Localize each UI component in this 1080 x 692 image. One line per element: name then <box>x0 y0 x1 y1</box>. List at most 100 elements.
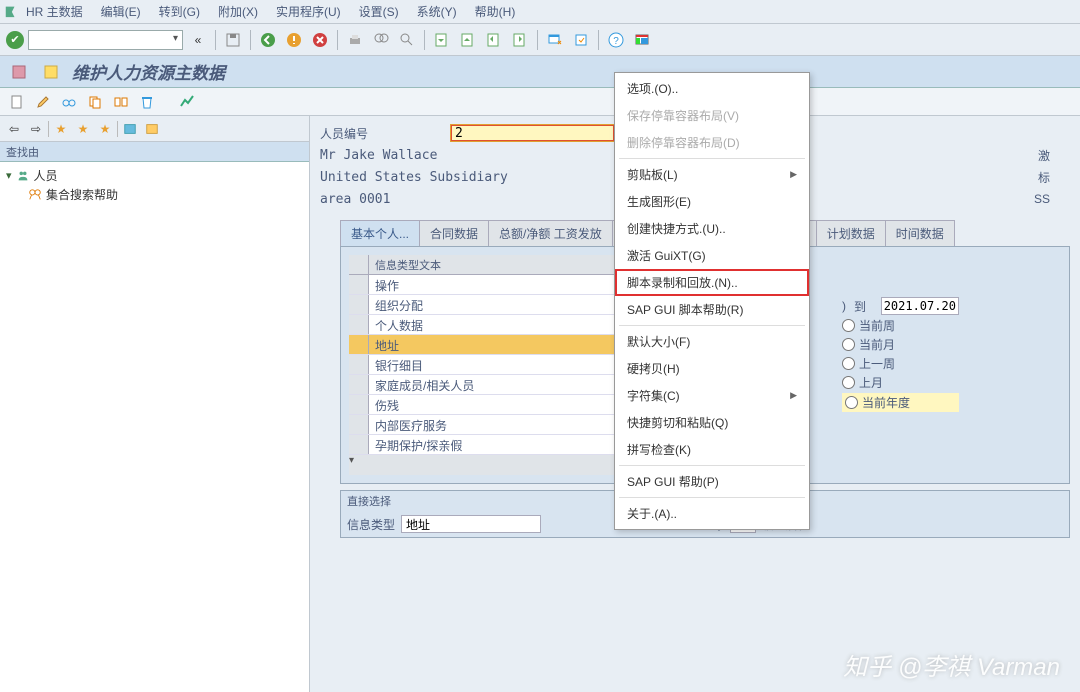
range-icon[interactable] <box>110 91 132 113</box>
pn-label: 人员编号 <box>320 125 450 142</box>
table-row[interactable]: 操作✔ <box>349 275 654 295</box>
last-page-icon[interactable] <box>509 29 531 51</box>
layout-icon[interactable] <box>631 29 653 51</box>
menu-item[interactable]: 附加(X) <box>218 3 258 20</box>
next-page-icon[interactable] <box>483 29 505 51</box>
name-value: Mr Jake Wallace <box>320 148 437 163</box>
ctx-item[interactable]: 选项.(O).. <box>615 75 809 102</box>
overview-icon[interactable] <box>176 91 198 113</box>
find-label: 查找由 <box>0 142 309 162</box>
tab-plan[interactable]: 计划数据 <box>816 220 886 246</box>
cancel-icon[interactable] <box>309 29 331 51</box>
ctx-item[interactable]: 生成图形(E) <box>615 188 809 215</box>
menu-item[interactable]: 实用程序(U) <box>276 3 341 20</box>
ctx-item[interactable]: 拼写检查(K) <box>615 436 809 463</box>
menu-arrow-icon[interactable] <box>4 4 18 18</box>
prev-page-icon[interactable] <box>457 29 479 51</box>
nav-left-icon[interactable]: ⇦ <box>4 119 24 139</box>
person-icon <box>16 169 30 183</box>
ctx-item[interactable]: 创建快捷方式.(U).. <box>615 215 809 242</box>
ctx-item[interactable]: 硬拷贝(H) <box>615 355 809 382</box>
title-icon1[interactable] <box>8 61 30 83</box>
tree: ▾ 人员 集合搜索帮助 <box>0 162 309 204</box>
app-toolbar <box>0 88 1080 116</box>
ctx-item[interactable]: 剪贴板(L)▶ <box>615 161 809 188</box>
date-to-input[interactable] <box>881 297 959 315</box>
trash-icon[interactable] <box>136 91 158 113</box>
menu-item[interactable]: 设置(S) <box>359 3 399 20</box>
table-row[interactable]: 家庭成员/相关人员 <box>349 375 654 395</box>
pencil-icon[interactable] <box>32 91 54 113</box>
tool1-icon[interactable] <box>120 119 140 139</box>
table-row[interactable]: 银行细目 <box>349 355 654 375</box>
table-row[interactable]: 地址✔ <box>349 335 654 355</box>
menu-item[interactable]: 转到(G) <box>159 3 200 20</box>
back-icon[interactable]: « <box>187 29 209 51</box>
ctx-item[interactable]: SAP GUI 脚本帮助(R) <box>615 296 809 323</box>
doc-icon[interactable] <box>6 91 28 113</box>
pn-input[interactable] <box>450 124 615 142</box>
tool2-icon[interactable] <box>142 119 162 139</box>
ctx-item[interactable]: 激活 GuiXT(G) <box>615 242 809 269</box>
help-icon[interactable]: ? <box>605 29 627 51</box>
print-icon[interactable] <box>344 29 366 51</box>
fav2-icon[interactable]: ★ <box>73 119 93 139</box>
ctx-item: 删除停靠容器布局(D) <box>615 129 809 156</box>
main-area: ⇦ ⇨ ★ ★ ★ 查找由 ▾ 人员 集合搜索帮助 人员编号 <box>0 116 1080 692</box>
radio-cur-week[interactable] <box>842 319 855 332</box>
table-row[interactable]: 伤残 <box>349 395 654 415</box>
find-next-icon[interactable] <box>396 29 418 51</box>
ctx-item[interactable]: SAP GUI 帮助(P) <box>615 468 809 495</box>
tree-child[interactable]: 集合搜索帮助 <box>6 185 309 204</box>
scroll-down-icon[interactable]: ▾ <box>349 455 354 475</box>
fav3-icon[interactable]: ★ <box>95 119 115 139</box>
ctx-item[interactable]: 快捷剪切和粘贴(Q) <box>615 409 809 436</box>
collapse-icon[interactable]: ▾ <box>6 169 12 182</box>
menu-item[interactable]: 编辑(E) <box>101 3 141 20</box>
find-icon[interactable] <box>370 29 392 51</box>
glasses-icon[interactable] <box>58 91 80 113</box>
titlebar: 维护人力资源主数据 <box>0 56 1080 88</box>
radio-cur-year[interactable] <box>845 396 858 409</box>
ctx-item[interactable]: 字符集(C)▶ <box>615 382 809 409</box>
first-page-icon[interactable] <box>431 29 453 51</box>
copy-icon[interactable] <box>84 91 106 113</box>
title-icon2[interactable] <box>40 61 62 83</box>
tab-time[interactable]: 时间数据 <box>885 220 955 246</box>
tab-personal[interactable]: 基本个人... <box>340 220 420 246</box>
radio-last-week[interactable] <box>842 357 855 370</box>
ctx-item[interactable]: 默认大小(F) <box>615 328 809 355</box>
infotype-input[interactable] <box>401 515 541 533</box>
sidebar: ⇦ ⇨ ★ ★ ★ 查找由 ▾ 人员 集合搜索帮助 <box>0 116 310 692</box>
main-toolbar: ✔ « ? <box>0 24 1080 56</box>
menu-item[interactable]: 帮助(H) <box>475 3 516 20</box>
exit-icon[interactable] <box>283 29 305 51</box>
area-value: area 0001 <box>320 192 390 207</box>
period-box: )到 当前周 当前月 上一周 上月 当前年度 <box>842 295 959 414</box>
to-label: 到 <box>854 298 866 315</box>
ctx-item[interactable]: 关于.(A).. <box>615 500 809 527</box>
tab-contract[interactable]: 合同数据 <box>419 220 489 246</box>
right3: SS <box>1034 192 1050 206</box>
enter-icon[interactable]: ✔ <box>6 31 24 49</box>
fav1-icon[interactable]: ★ <box>51 119 71 139</box>
table-row[interactable]: 个人数据✔ <box>349 315 654 335</box>
tab-payroll[interactable]: 总额/净额 工资发放 <box>488 220 613 246</box>
radio-last-month[interactable] <box>842 376 855 389</box>
menu-item[interactable]: 系统(Y) <box>417 3 457 20</box>
table-row[interactable]: 孕期保护/探亲假 <box>349 435 654 455</box>
command-field[interactable] <box>28 30 183 50</box>
radio-cur-month[interactable] <box>842 338 855 351</box>
table-row[interactable]: 内部医疗服务 <box>349 415 654 435</box>
ctx-item[interactable]: 脚本录制和回放.(N).. <box>615 269 809 296</box>
tree-label: 人员 <box>34 167 58 184</box>
menu-item[interactable]: HR 主数据 <box>26 3 83 20</box>
back-nav-icon[interactable] <box>257 29 279 51</box>
save-icon[interactable] <box>222 29 244 51</box>
shortcut-icon[interactable] <box>570 29 592 51</box>
right1: 激 <box>1038 147 1050 164</box>
tree-root[interactable]: ▾ 人员 <box>6 166 309 185</box>
table-row[interactable]: 组织分配✔ <box>349 295 654 315</box>
nav-right-icon[interactable]: ⇨ <box>26 119 46 139</box>
new-session-icon[interactable] <box>544 29 566 51</box>
